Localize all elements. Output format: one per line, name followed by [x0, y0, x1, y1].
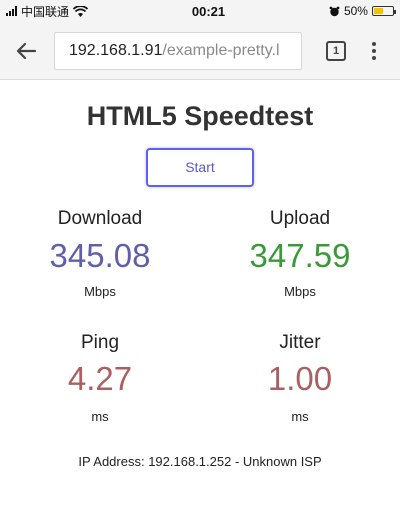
- results-row-latency: Ping 4.27 ms Jitter 1.00 ms: [0, 299, 400, 424]
- cellular-signal-icon: [6, 6, 17, 16]
- ping-unit: ms: [91, 409, 109, 424]
- url-path: /example-pretty.l: [162, 41, 280, 59]
- menu-dot: [372, 48, 376, 53]
- alarm-clock-icon: [329, 6, 340, 16]
- menu-dot: [372, 41, 376, 46]
- results-row-speed: Download 345.08 Mbps Upload 347.59 Mbps: [0, 187, 400, 299]
- menu-dot: [372, 55, 376, 60]
- upload-label: Upload: [269, 208, 331, 229]
- battery-percent: 50%: [343, 4, 368, 18]
- status-right: 50%: [329, 4, 396, 18]
- wifi-icon: [73, 5, 89, 17]
- battery-icon: [371, 6, 396, 16]
- upload-meter: Upload 347.59 Mbps: [200, 187, 400, 299]
- download-value: 345.08: [49, 237, 151, 274]
- page-title: HTML5 Speedtest: [86, 101, 314, 131]
- ping-value: 4.27: [67, 360, 133, 397]
- tab-switcher-button[interactable]: 1: [326, 40, 346, 61]
- download-meter: Download 345.08 Mbps: [0, 187, 200, 299]
- back-arrow-icon: [16, 42, 36, 59]
- ip-address-info: IP Address: 192.168.1.252 - Unknown ISP: [78, 454, 322, 469]
- jitter-label: Jitter: [279, 332, 321, 353]
- status-bar: 中国联通 00:21 50%: [0, 0, 400, 22]
- start-button[interactable]: Start: [146, 148, 254, 187]
- download-label: Download: [57, 208, 143, 229]
- url-host: 192.168.1.91: [69, 41, 163, 59]
- battery-level: [373, 8, 383, 14]
- status-time: 00:21: [191, 3, 226, 19]
- jitter-unit: ms: [291, 409, 309, 424]
- download-unit: Mbps: [84, 284, 116, 299]
- browser-toolbar: 192.168.1.91/example-pretty.l 1: [0, 22, 400, 80]
- jitter-meter: Jitter 1.00 ms: [200, 299, 400, 424]
- upload-unit: Mbps: [284, 284, 316, 299]
- ping-label: Ping: [80, 332, 120, 353]
- address-bar[interactable]: 192.168.1.91/example-pretty.l: [54, 31, 302, 70]
- back-button[interactable]: [8, 33, 44, 69]
- speedtest-page: HTML5 Speedtest Start Download 345.08 Mb…: [0, 100, 400, 469]
- ping-meter: Ping 4.27 ms: [0, 299, 200, 424]
- overflow-menu-button[interactable]: [372, 41, 376, 60]
- status-left: 中国联通: [6, 3, 89, 20]
- upload-value: 347.59: [249, 237, 351, 274]
- carrier-name: 中国联通: [21, 4, 70, 19]
- jitter-value: 1.00: [267, 360, 333, 397]
